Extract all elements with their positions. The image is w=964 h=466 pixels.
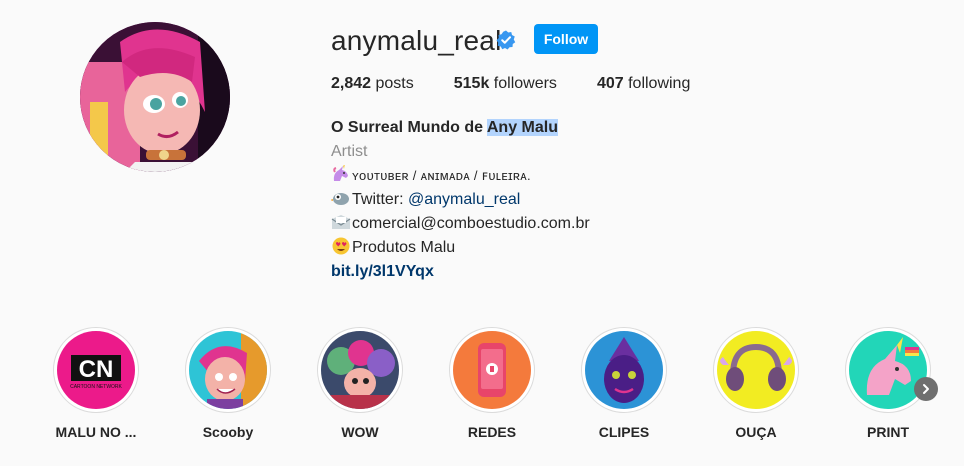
highlight-label: Scooby <box>202 424 254 440</box>
followers-stat[interactable]: 515k followers <box>454 75 557 93</box>
bio-line-link: bit.ly/3l1VYqx <box>331 260 891 284</box>
highlight-label: WOW <box>341 424 379 440</box>
posts-stat: 2,842 posts <box>331 75 414 93</box>
follow-button[interactable]: Follow <box>534 24 598 54</box>
character-portrait-icon <box>189 331 267 409</box>
highlight-ring <box>185 327 271 413</box>
highlight-ring <box>713 327 799 413</box>
highlight-label: OUÇA <box>735 424 777 440</box>
following-label: following <box>628 75 691 92</box>
highlight-malu-no[interactable]: CN CARTOON NETWORK MALU NO ... <box>46 327 146 440</box>
bio-line-4: Produtos Malu <box>331 236 891 260</box>
bio-external-link[interactable]: bit.ly/3l1VYqx <box>331 263 434 280</box>
followers-label: followers <box>493 75 557 92</box>
bio-name-highlight: Any Malu <box>486 119 558 136</box>
phone-icon <box>453 331 531 409</box>
bio-email: comercial@comboestudio.com.br <box>352 215 590 232</box>
character-face-icon <box>585 331 663 409</box>
profile-bio: O Surreal Mundo de Any Malu Artist ʏᴏᴜᴛᴜ… <box>331 116 891 284</box>
highlight-ring <box>581 327 667 413</box>
twitter-label: Twitter: <box>352 191 409 208</box>
bio-tagline: ʏᴏᴜᴛᴜʙᴇʀ / ᴀɴɪᴍᴀᴅᴀ / ꜰᴜʟᴇɪʀᴀ. <box>352 168 531 183</box>
highlight-redes[interactable]: REDES <box>442 327 542 440</box>
bio-line-2: Twitter: @anymalu_real <box>331 188 891 212</box>
bio-full-name: O Surreal Mundo de Any Malu <box>331 116 891 140</box>
bio-line-1: ʏᴏᴜᴛᴜʙᴇʀ / ᴀɴɪᴍᴀᴅᴀ / ꜰᴜʟᴇɪʀᴀ. <box>331 164 891 188</box>
profile-avatar[interactable] <box>80 22 230 172</box>
bio-line-3: comercial@comboestudio.com.br <box>331 212 891 236</box>
unicorn-emoji-icon <box>333 165 348 181</box>
story-highlights: CN CARTOON NETWORK MALU NO ... Scooby WOW… <box>0 327 964 457</box>
cartoon-network-logo-icon: CN CARTOON NETWORK <box>57 331 135 409</box>
group-art-icon <box>321 331 399 409</box>
bird-emoji-icon <box>331 193 349 205</box>
svg-text:CARTOON NETWORK: CARTOON NETWORK <box>70 384 122 390</box>
svg-text:CN: CN <box>79 356 114 383</box>
followers-count: 515k <box>453 75 490 92</box>
highlight-wow[interactable]: WOW <box>310 327 410 440</box>
highlight-label: REDES <box>467 424 517 440</box>
chevron-right-icon <box>923 384 929 394</box>
profile-username: anymalu_real <box>331 25 502 56</box>
following-stat[interactable]: 407 following <box>597 75 690 93</box>
highlight-ring <box>845 327 931 413</box>
bio-products: Produtos Malu <box>352 239 456 256</box>
highlight-label: MALU NO ... <box>55 424 137 440</box>
bio-name-prefix: O Surreal Mundo de <box>331 119 487 136</box>
posts-count: 2,842 <box>331 75 372 92</box>
twitter-mention-link[interactable]: @anymalu_real <box>408 191 520 208</box>
verified-badge-icon <box>496 30 516 50</box>
highlight-ring: CN CARTOON NETWORK <box>53 327 139 413</box>
highlight-ouca[interactable]: OUÇA <box>706 327 806 440</box>
unicorn-icon <box>849 331 927 409</box>
bio-category: Artist <box>331 143 368 160</box>
following-count: 407 <box>596 75 624 92</box>
highlight-label: PRINT <box>867 424 909 440</box>
highlight-label: CLIPES <box>598 424 650 440</box>
posts-label: posts <box>375 75 414 92</box>
heart-eyes-emoji-icon <box>332 237 350 255</box>
highlight-ring <box>317 327 403 413</box>
headphones-icon <box>717 331 795 409</box>
highlight-scooby[interactable]: Scooby <box>178 327 278 440</box>
highlight-clipes[interactable]: CLIPES <box>574 327 674 440</box>
highlights-next-button[interactable] <box>914 377 938 401</box>
profile-stats: 2,842 posts 515k followers 407 following <box>331 75 730 93</box>
highlight-ring <box>449 327 535 413</box>
envelope-emoji-icon <box>331 215 351 229</box>
